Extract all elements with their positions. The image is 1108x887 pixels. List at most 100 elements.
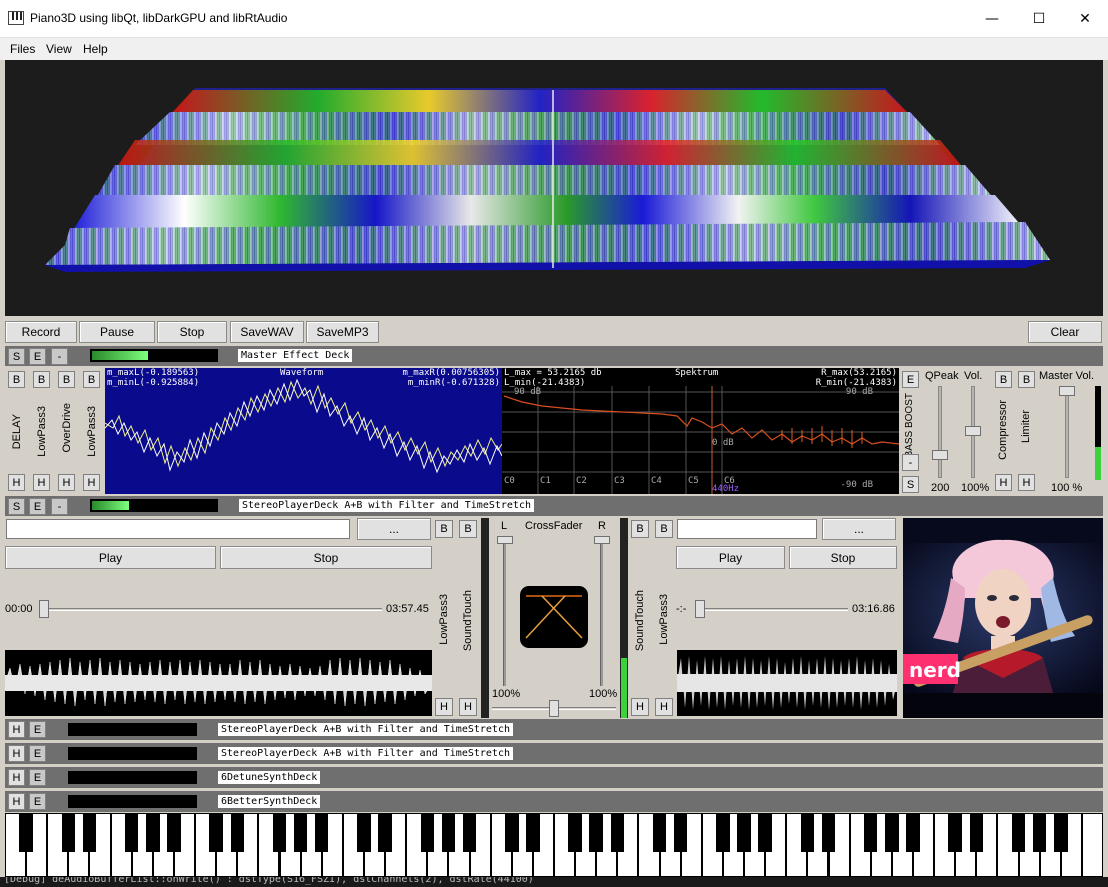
qpeak-slider-track[interactable] [938, 386, 942, 478]
synth-deck-hide-button[interactable]: H [8, 745, 25, 762]
delay-bypass-button[interactable]: B [8, 371, 25, 388]
player-b-lowpass-bypass-button[interactable]: B [655, 520, 673, 538]
piano-black-key[interactable] [505, 814, 519, 852]
deck-e-button[interactable]: E [29, 348, 46, 365]
bass-boost-enable-button[interactable]: E [902, 371, 919, 388]
piano-black-key[interactable] [610, 814, 625, 852]
piano-black-key[interactable] [969, 814, 984, 852]
compressor-bypass-button[interactable]: B [995, 371, 1012, 388]
overdrive-bypass-button[interactable]: B [58, 371, 75, 388]
menu-help[interactable]: Help [83, 42, 108, 56]
save-mp3-button[interactable]: SaveMP3 [306, 321, 379, 343]
piano-black-key[interactable] [19, 814, 33, 852]
close-button[interactable]: ✕ [1062, 0, 1108, 37]
piano-black-key[interactable] [568, 814, 582, 852]
overdrive-hide-button[interactable]: H [58, 474, 75, 491]
piano-black-key[interactable] [61, 814, 76, 852]
pause-button[interactable]: Pause [79, 321, 155, 343]
limiter-bypass-button[interactable]: B [1018, 371, 1035, 388]
piano-black-key[interactable] [948, 814, 962, 852]
player-a-seek-track[interactable] [40, 608, 382, 611]
crossfader-l-volume-track[interactable] [503, 536, 506, 686]
player-b-play-button[interactable]: Play [676, 546, 785, 569]
synth-deck-edit-button[interactable]: E [29, 745, 46, 762]
master-vol-slider-handle[interactable] [1059, 386, 1075, 396]
piano-black-key[interactable] [1032, 814, 1047, 852]
piano-black-key[interactable] [589, 814, 603, 852]
synth-deck-edit-button[interactable]: E [29, 769, 46, 786]
piano-3d-view[interactable] [5, 60, 1103, 316]
piano-black-key[interactable] [758, 814, 772, 852]
piano-black-key[interactable] [124, 814, 139, 852]
piano-black-key[interactable] [885, 814, 899, 852]
player-b-lowpass-hide-button[interactable]: H [655, 698, 673, 716]
player-a-stop-button[interactable]: Stop [220, 546, 432, 569]
piano-black-key[interactable] [167, 814, 181, 852]
menu-view[interactable]: View [46, 42, 72, 56]
limiter-hide-button[interactable]: H [1018, 474, 1035, 491]
synth-deck-edit-button[interactable]: E [29, 721, 46, 738]
qpeak-slider-handle[interactable] [932, 450, 948, 460]
bass-boost-s-button[interactable]: S [902, 476, 919, 493]
player-b-file-input[interactable] [677, 519, 817, 539]
menu-files[interactable]: Files [10, 42, 35, 56]
delay-hide-button[interactable]: H [8, 474, 25, 491]
crossfader-l-volume-handle[interactable] [497, 536, 513, 544]
piano-black-key[interactable] [1011, 814, 1026, 852]
piano-black-key[interactable] [863, 814, 878, 852]
piano-black-key[interactable] [293, 814, 308, 852]
piano-black-key[interactable] [462, 814, 477, 852]
player-deck-collapse-button[interactable]: - [51, 498, 68, 515]
deck-s-button[interactable]: S [8, 348, 25, 365]
piano-black-key[interactable] [314, 814, 329, 852]
compressor-hide-button[interactable]: H [995, 474, 1012, 491]
piano-keyboard[interactable] [5, 813, 1103, 877]
player-a-soundtouch-hide-button[interactable]: H [459, 698, 477, 716]
player-b-seek-track[interactable] [696, 608, 848, 611]
crossfader-r-volume-handle[interactable] [594, 536, 610, 544]
master-vol-slider-track[interactable] [1065, 386, 1069, 478]
player-b-stop-button[interactable]: Stop [789, 546, 897, 569]
piano-black-key[interactable] [420, 814, 435, 852]
record-button[interactable]: Record [5, 321, 77, 343]
crossfader-r-volume-track[interactable] [600, 536, 603, 686]
player-a-waveform[interactable] [5, 650, 432, 716]
stop-button[interactable]: Stop [157, 321, 227, 343]
piano-black-key[interactable] [441, 814, 456, 852]
clear-button[interactable]: Clear [1028, 321, 1102, 343]
piano-black-key[interactable] [1054, 814, 1068, 852]
player-a-seek-handle[interactable] [39, 600, 49, 618]
piano-black-key[interactable] [357, 814, 371, 852]
piano-black-key[interactable] [146, 814, 160, 852]
vol-slider-handle[interactable] [965, 426, 981, 436]
deck-collapse-button[interactable]: - [51, 348, 68, 365]
player-b-soundtouch-hide-button[interactable]: H [631, 698, 649, 716]
lowpass-bypass-button[interactable]: B [33, 371, 50, 388]
maximize-button[interactable]: ☐ [1016, 0, 1062, 37]
piano-black-key[interactable] [209, 814, 223, 852]
player-a-lowpass-bypass-button[interactable]: B [435, 520, 453, 538]
piano-black-key[interactable] [906, 814, 920, 852]
player-a-play-button[interactable]: Play [5, 546, 216, 569]
crossfader-handle[interactable] [549, 700, 559, 717]
player-deck-s-button[interactable]: S [8, 498, 25, 515]
piano-black-key[interactable] [82, 814, 97, 852]
lowpass2-bypass-button[interactable]: B [83, 371, 100, 388]
player-a-soundtouch-bypass-button[interactable]: B [459, 520, 477, 538]
minimize-button[interactable]: — [969, 0, 1015, 37]
synth-deck-edit-button[interactable]: E [29, 793, 46, 810]
piano-black-key[interactable] [716, 814, 730, 852]
piano-black-key[interactable] [272, 814, 287, 852]
player-a-browse-button[interactable]: ... [357, 518, 431, 540]
player-b-seek-handle[interactable] [695, 600, 705, 618]
piano-white-key[interactable] [1082, 814, 1102, 876]
player-a-lowpass-hide-button[interactable]: H [435, 698, 453, 716]
piano-black-key[interactable] [652, 814, 667, 852]
piano-black-key[interactable] [673, 814, 688, 852]
piano-black-key[interactable] [821, 814, 836, 852]
piano-black-key[interactable] [737, 814, 751, 852]
synth-deck-hide-button[interactable]: H [8, 721, 25, 738]
player-b-soundtouch-bypass-button[interactable]: B [631, 520, 649, 538]
piano-black-key[interactable] [526, 814, 540, 852]
synth-deck-hide-button[interactable]: H [8, 769, 25, 786]
